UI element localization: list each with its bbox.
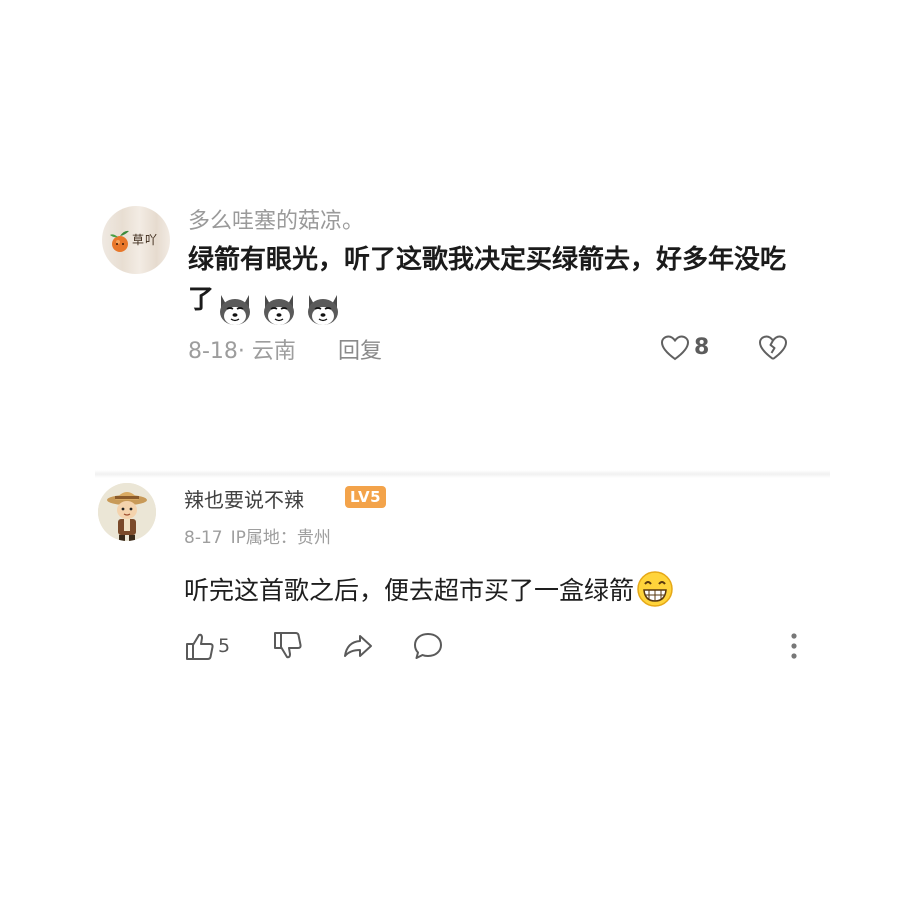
comment-1-text: 绿箭有眼光，听了这歌我决定买绿箭去，好多年没吃了: [188, 240, 798, 328]
share-icon[interactable]: [342, 630, 374, 662]
dog-emoji-icon: [308, 294, 339, 325]
dog-emoji-icon: [220, 294, 251, 325]
more-options-icon[interactable]: [784, 630, 804, 662]
grinning-face-emoji-icon: [637, 571, 673, 607]
comment-2-username[interactable]: 辣也要说不辣: [184, 484, 304, 513]
comment-2-ip-location: IP属地：贵州: [230, 528, 331, 548]
cartoon-boy-icon: [98, 483, 156, 541]
comment-2-avatar[interactable]: [98, 483, 156, 541]
broken-heart-icon[interactable]: [758, 334, 788, 362]
comment-1-meta: 8-18· 云南: [188, 339, 296, 364]
avatar-caption: 草吖: [132, 233, 159, 247]
heart-outline-icon[interactable]: [660, 334, 690, 362]
comment-bubble-icon[interactable]: [412, 630, 444, 662]
comment-2-body: 听完这首歌之后，便去超市买了一盒绿箭: [184, 576, 635, 605]
comment-1-username[interactable]: 多么哇塞的菇凉。: [188, 203, 364, 235]
thumbs-down-icon[interactable]: [272, 630, 304, 662]
comment-1-emoji-row: [216, 288, 348, 328]
comment-divider: [95, 470, 830, 478]
comment-2-date: 8-17: [184, 528, 223, 548]
comment-2-text: 听完这首歌之后，便去超市买了一盒绿箭: [184, 570, 674, 608]
comment-1-like-count: 8: [694, 335, 710, 360]
dog-emoji-icon: [264, 294, 295, 325]
thumbs-up-icon[interactable]: [184, 630, 216, 662]
reply-button[interactable]: 回复: [338, 333, 382, 365]
comment-1-avatar[interactable]: 草吖: [102, 206, 170, 274]
comment-2-meta: 8-17 IP属地：贵州: [184, 523, 339, 548]
comment-2-like-count: 5: [218, 635, 231, 657]
level-badge: LV5: [345, 486, 387, 508]
